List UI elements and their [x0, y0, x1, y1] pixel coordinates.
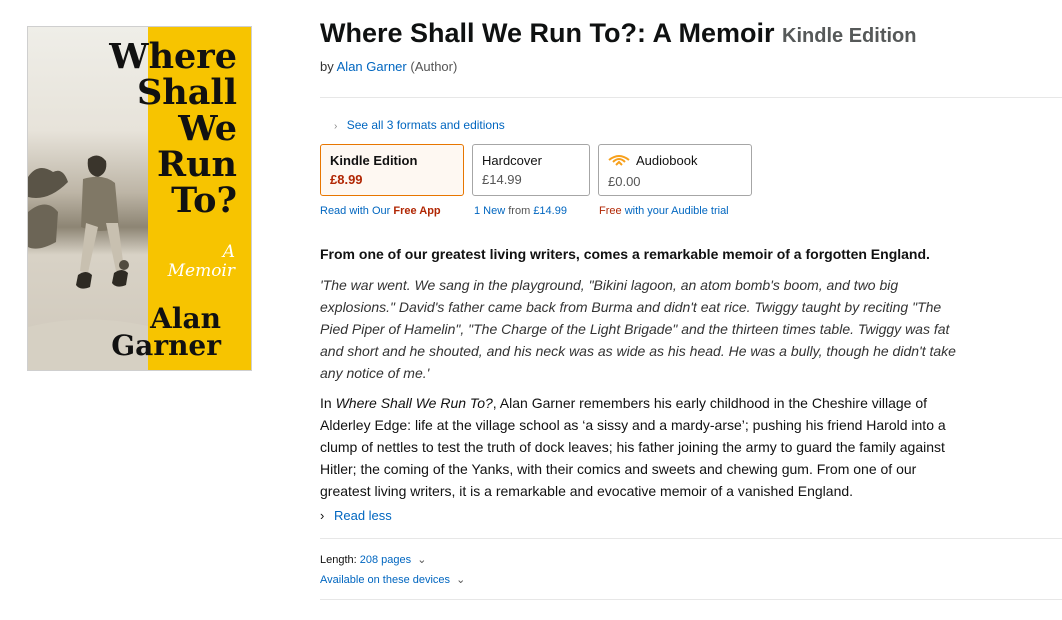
cover-subtitle: A Memoir [168, 243, 235, 281]
cover-title-line: Shall [137, 72, 237, 113]
cover-author-line: Alan [150, 302, 221, 335]
cover-subtitle-line: Memoir [167, 261, 235, 281]
audible-trial-link[interactable]: with your Audible trial [625, 205, 729, 217]
kindle-note-prefix: Read with Our [320, 205, 391, 217]
cover-title: Where Shall We Run To? [28, 39, 237, 219]
format-name: Hardcover [482, 153, 542, 168]
cover-title-line: Where [109, 36, 237, 77]
audible-note[interactable]: Free with your Audible trial [599, 205, 729, 217]
byline-prefix: by [320, 59, 334, 74]
book-description: From one of our greatest living writers,… [320, 243, 960, 510]
free-app-link[interactable]: Free App [393, 205, 440, 217]
divider [320, 538, 1062, 539]
devices-detail[interactable]: Available on these devices ⌄ [320, 573, 465, 586]
product-edition: Kindle Edition [782, 25, 917, 47]
product-title: Where Shall We Run To?: A Memoir Kindle … [320, 16, 1060, 53]
cover-title-line: Run [157, 144, 237, 185]
format-price: £8.99 [330, 172, 363, 187]
cover-title-line: To? [171, 180, 237, 221]
chevron-right-icon: › [320, 508, 325, 523]
hardcover-note-from: from [508, 205, 531, 217]
book-cover-image[interactable]: Where Shall We Run To? A Memoir Alan Gar… [27, 26, 252, 371]
chevron-down-icon[interactable]: ⌄ [456, 574, 465, 586]
description-quote: 'The war went. We sang in the playground… [320, 277, 956, 381]
cover-subtitle-line: A [222, 242, 235, 262]
byline: by Alan Garner (Author) [320, 59, 1060, 74]
divider [320, 599, 1062, 600]
length-label: Length: [320, 554, 357, 566]
read-less[interactable]: › Read less [320, 508, 392, 523]
see-all-formats-link[interactable]: See all 3 formats and editions [347, 118, 505, 132]
audible-icon [608, 153, 630, 170]
audible-free-label: Free [599, 205, 622, 217]
product-title-block: Where Shall We Run To?: A Memoir Kindle … [320, 16, 1060, 74]
format-name: Audiobook [636, 153, 698, 168]
format-name: Kindle Edition [330, 153, 418, 168]
format-audiobook[interactable]: Audiobook £0.00 [598, 144, 752, 196]
hardcover-note: 1 New from £14.99 [474, 205, 567, 217]
cover-author-line: Garner [111, 329, 221, 362]
format-price: £14.99 [482, 172, 522, 187]
kindle-note: Read with Our Free App [320, 205, 441, 217]
description-body: In Where Shall We Run To?, Alan Garner r… [320, 392, 960, 502]
product-title-text: Where Shall We Run To?: A Memoir [320, 18, 775, 48]
read-less-link[interactable]: Read less [334, 508, 392, 523]
body-title: Where Shall We Run To? [335, 395, 493, 411]
author-role: (Author) [410, 59, 458, 74]
description-lead: From one of our greatest living writers,… [320, 246, 930, 262]
chevron-down-icon[interactable]: ⌄ [417, 554, 426, 566]
divider [320, 97, 1062, 98]
hardcover-note-price: £14.99 [533, 205, 567, 217]
length-detail: Length: 208 pages ⌄ [320, 553, 426, 566]
format-hardcover[interactable]: Hardcover £14.99 [472, 144, 590, 196]
format-name-row: Audiobook [608, 153, 742, 170]
body-prefix: In [320, 395, 332, 411]
new-offers-link[interactable]: 1 New [474, 205, 505, 217]
chevron-right-icon: › [334, 121, 338, 132]
cover-title-line: We [178, 108, 237, 149]
see-all-formats[interactable]: › See all 3 formats and editions [334, 118, 505, 132]
author-link[interactable]: Alan Garner [337, 59, 407, 74]
format-kindle[interactable]: Kindle Edition £8.99 [320, 144, 464, 196]
cover-author: Alan Garner [111, 302, 221, 362]
devices-link[interactable]: Available on these devices [320, 574, 450, 586]
length-value-link[interactable]: 208 pages [360, 554, 411, 566]
format-price: £0.00 [608, 174, 641, 190]
